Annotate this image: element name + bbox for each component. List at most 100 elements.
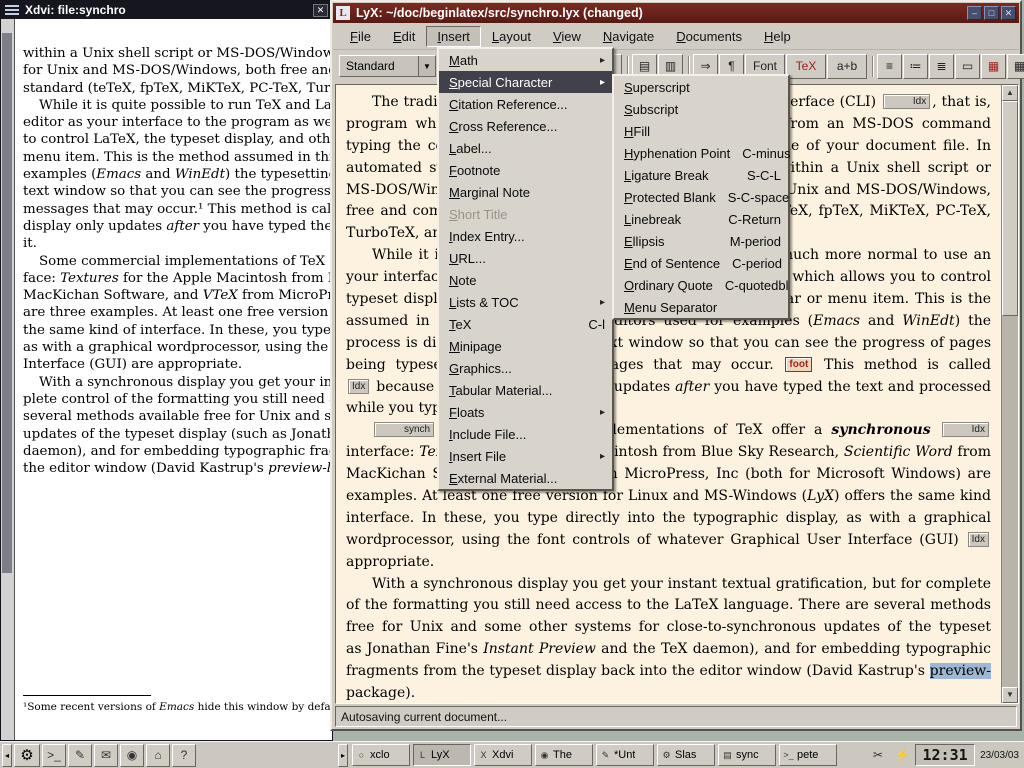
insert-menu-item-index-entry[interactable]: Index Entry... <box>439 225 612 247</box>
insert-menu-item-floats[interactable]: Floats▸ <box>439 401 612 423</box>
insert-menu-item-citation-reference[interactable]: Citation Reference... <box>439 93 612 115</box>
menubar-item-layout[interactable]: Layout <box>481 26 542 47</box>
close-button[interactable]: ✕ <box>313 4 328 17</box>
index-inset-chip[interactable]: Idx <box>883 94 930 109</box>
lyx-app-icon[interactable]: L <box>336 6 350 20</box>
insert-menu-item-label[interactable]: Label... <box>439 137 612 159</box>
panel-hide-icon[interactable]: ◂ <box>2 744 12 767</box>
index-inset-chip[interactable]: Idx <box>348 379 369 394</box>
power-tray-icon[interactable]: ⚡ <box>891 744 913 766</box>
help-launcher[interactable]: ? <box>172 744 196 767</box>
xdvi-scrollbar[interactable] <box>1 19 15 740</box>
insert-menu-item-special-character[interactable]: Special Character▸ <box>439 71 612 93</box>
insert-menu-item-tabular-material[interactable]: Tabular Material... <box>439 379 612 401</box>
task-button-the[interactable]: ◉The <box>535 744 593 766</box>
home-launcher[interactable]: ⌂ <box>146 744 170 767</box>
insert-menu-item-tex[interactable]: TeXC-l <box>439 313 612 335</box>
xdvi-titlebar[interactable]: Xdvi: file:synchro ✕ <box>1 1 332 19</box>
enumerate-button[interactable]: ≔ <box>903 54 928 79</box>
special-char-item-protected-blank[interactable]: Protected BlankS-C-space <box>614 186 788 208</box>
window-menu-icon[interactable] <box>5 5 19 15</box>
menubar-item-edit[interactable]: Edit <box>382 26 426 47</box>
insert-menu-item-include-file[interactable]: Include File... <box>439 423 612 445</box>
task-button-slas[interactable]: ⚙Slas <box>657 744 715 766</box>
scrollbar-thumb[interactable] <box>1002 101 1018 316</box>
menu-item-label: Linebreak <box>624 212 681 227</box>
minimize-button[interactable]: – <box>967 6 982 20</box>
scrollbar-thumb[interactable] <box>2 33 12 573</box>
k-menu-button[interactable]: ⚙ <box>14 744 40 767</box>
insert-menu-item-graphics[interactable]: Graphics... <box>439 357 612 379</box>
layout-combo[interactable]: Standard ▼ <box>339 55 436 77</box>
special-char-item-superscript[interactable]: Superscript <box>614 76 788 98</box>
menubar-item-navigate[interactable]: Navigate <box>592 26 665 47</box>
task-button-xdvi[interactable]: XXdvi <box>474 744 532 766</box>
special-char-item-hfill[interactable]: HFill <box>614 120 788 142</box>
menu-item-label: Insert File <box>449 449 506 464</box>
figure-button[interactable]: ▦ <box>981 54 1006 79</box>
math-mode-button[interactable]: a+b <box>827 54 867 79</box>
index-inset-chip[interactable]: synch <box>374 422 434 437</box>
special-char-item-ligature-break[interactable]: Ligature BreakS-C-L <box>614 164 788 186</box>
special-char-item-menu-separator[interactable]: Menu Separator <box>614 296 788 318</box>
index-inset-chip[interactable]: Idx <box>942 422 989 437</box>
special-char-item-ordinary-quote[interactable]: Ordinary QuoteC-quotedbl <box>614 274 788 296</box>
task-button-pete[interactable]: >_pete <box>779 744 837 766</box>
insert-menu-item-external-material[interactable]: External Material... <box>439 467 612 489</box>
task-icon: L <box>417 750 428 760</box>
tex-mode-button[interactable]: TeX <box>786 54 826 79</box>
browser-launcher[interactable]: ◉ <box>120 744 144 767</box>
maximize-button[interactable]: □ <box>984 6 999 20</box>
insert-menu-item-insert-file[interactable]: Insert File▸ <box>439 445 612 467</box>
editor-launcher[interactable]: ✎ <box>68 744 92 767</box>
footnote-inset-chip[interactable]: foot <box>785 357 812 372</box>
terminal-launcher[interactable]: >_ <box>42 744 66 767</box>
special-char-item-subscript[interactable]: Subscript <box>614 98 788 120</box>
insert-menu-item-note[interactable]: Note <box>439 269 612 291</box>
menubar-item-file[interactable]: File <box>339 26 382 47</box>
chevron-down-icon[interactable]: ▼ <box>418 56 435 76</box>
insert-menu-item-lists-toc[interactable]: Lists & TOC▸ <box>439 291 612 313</box>
scroll-up-icon[interactable]: ▲ <box>1002 85 1018 101</box>
task-button-lyx[interactable]: LLyX <box>413 744 471 766</box>
document-scrollbar[interactable]: ▲ ▼ <box>1001 85 1018 703</box>
klipper-tray-icon[interactable]: ✂ <box>867 744 889 766</box>
table-button[interactable]: ▦ <box>1007 54 1024 79</box>
itemize-button[interactable]: ≡ <box>877 54 902 79</box>
insert-menu-item-math[interactable]: Math▸ <box>439 49 612 71</box>
special-char-item-linebreak[interactable]: LinebreakC-Return <box>614 208 788 230</box>
toolbar-separator <box>868 54 877 79</box>
taskbar: ◂ ⚙ >_✎✉◉⌂? ▸ ○xcloLLyXXXdvi◉The✎*Unt⚙Sl… <box>0 741 1024 768</box>
task-button-unt[interactable]: ✎*Unt <box>596 744 654 766</box>
special-char-item-ellipsis[interactable]: EllipsisM-period <box>614 230 788 252</box>
insert-menu-item-footnote[interactable]: Footnote <box>439 159 612 181</box>
float-button[interactable]: ▭ <box>955 54 980 79</box>
xdvi-window-buttons: ✕ <box>313 4 328 17</box>
xdvi-line: the editor window (David Kastrup's previ… <box>23 460 332 477</box>
insert-menu-item-marginal-note[interactable]: Marginal Note <box>439 181 612 203</box>
toc-button[interactable]: ≣ <box>929 54 954 79</box>
index-inset-chip[interactable]: Idx <box>968 532 989 547</box>
menubar-item-documents[interactable]: Documents <box>665 26 753 47</box>
menubar-item-insert[interactable]: Insert <box>426 26 481 47</box>
task-button-xclo[interactable]: ○xclo <box>352 744 410 766</box>
menubar-item-view[interactable]: View <box>542 26 592 47</box>
menubar-item-help[interactable]: Help <box>753 26 802 47</box>
text-run: text window so that you can see the prog… <box>23 184 332 199</box>
task-label: *Unt <box>614 749 635 761</box>
insert-menu-item-url[interactable]: URL... <box>439 247 612 269</box>
special-char-item-end-of-sentence[interactable]: End of SentenceC-period <box>614 252 788 274</box>
task-button-sync[interactable]: ▤sync <box>718 744 776 766</box>
close-button[interactable]: ✕ <box>1001 6 1016 20</box>
insert-menu-item-short-title[interactable]: Short Title <box>439 203 612 225</box>
special-char-item-hyphenation-point[interactable]: Hyphenation PointC-minus <box>614 142 788 164</box>
text-run: wordprocessor, using the font controls o… <box>346 532 966 548</box>
mail-launcher[interactable]: ✉ <box>94 744 118 767</box>
lyx-titlebar[interactable]: L LyX: ~/doc/beginlatex/src/synchro.lyx … <box>333 3 1019 23</box>
text-run: Interface (GUI) are appropriate. <box>23 357 242 372</box>
italic-text: after <box>166 219 199 234</box>
insert-menu-item-cross-reference[interactable]: Cross Reference... <box>439 115 612 137</box>
scroll-down-icon[interactable]: ▼ <box>1002 687 1018 703</box>
task-scroll-icon[interactable]: ▸ <box>338 744 348 767</box>
insert-menu-item-minipage[interactable]: Minipage <box>439 335 612 357</box>
